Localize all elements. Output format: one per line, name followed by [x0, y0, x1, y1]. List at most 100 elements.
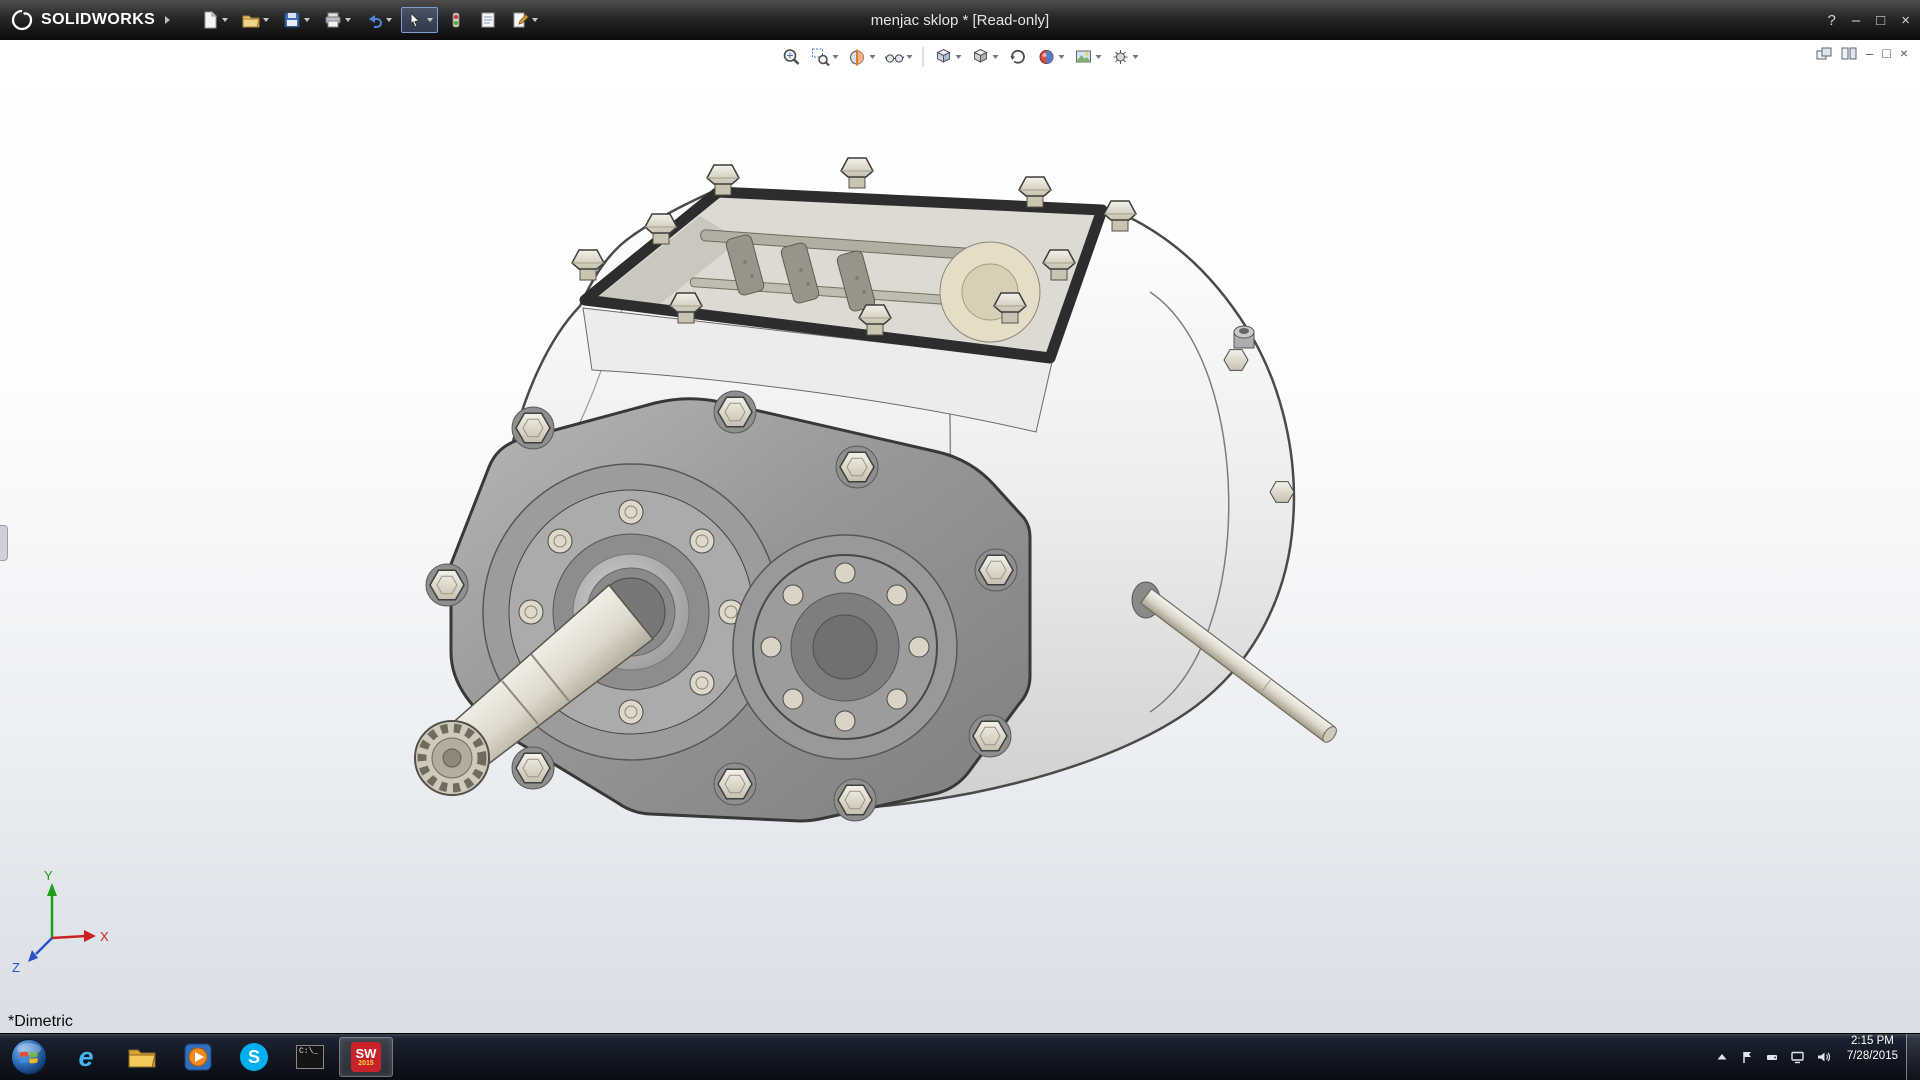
taskbar-item-windows-explorer[interactable]	[115, 1037, 169, 1077]
internet-explorer-icon: e	[78, 1042, 93, 1073]
triad-x-label: X	[100, 929, 109, 944]
solidworks-logo: SOLIDWORKS	[10, 8, 155, 32]
maximize-button[interactable]: □	[1876, 12, 1885, 29]
output-cover[interactable]	[733, 535, 957, 759]
taskbar-item-internet-explorer[interactable]: e	[59, 1037, 113, 1077]
display-style-button[interactable]	[968, 45, 1002, 69]
scene-dropdown-caret[interactable]	[1096, 55, 1102, 59]
orientation-dropdown-caret[interactable]	[956, 55, 962, 59]
zoom-to-fit-button[interactable]	[779, 45, 805, 69]
new-button[interactable]	[196, 7, 233, 33]
solidworks-version-badge: 2015	[358, 1060, 374, 1067]
scene-icon	[1074, 47, 1094, 67]
network-display-icon[interactable]	[1790, 1050, 1805, 1064]
select-cursor-icon	[406, 11, 424, 29]
solidworks-logo-icon	[10, 8, 34, 32]
breather-plug[interactable]	[1234, 326, 1254, 348]
save-floppy-icon	[283, 11, 301, 29]
tile-windows-icon[interactable]	[1841, 47, 1857, 60]
zoom-dropdown-caret[interactable]	[833, 55, 839, 59]
undo-arrow-icon	[365, 11, 383, 29]
system-tray	[1707, 1034, 1839, 1080]
doc-minimize-button[interactable]: –	[1866, 45, 1874, 61]
zoom-to-area-icon	[811, 47, 831, 67]
help-button[interactable]: ?	[1827, 12, 1835, 29]
graphics-area[interactable]: Y X Z	[0, 40, 1920, 1033]
new-window-icon[interactable]	[1816, 47, 1832, 60]
rebuild-button[interactable]	[442, 7, 470, 33]
view-settings-button[interactable]	[1108, 45, 1142, 69]
new-dropdown-caret[interactable]	[222, 18, 228, 22]
titlebar[interactable]: SOLIDWORKS	[0, 0, 1920, 40]
clock-date: 7/28/2015	[1847, 1049, 1898, 1064]
select-dropdown-caret[interactable]	[427, 18, 433, 22]
open-folder-icon	[242, 11, 260, 29]
open-button[interactable]	[237, 7, 274, 33]
doc-restore-button[interactable]: □	[1882, 45, 1890, 61]
print-icon	[324, 11, 342, 29]
zoom-to-area-button[interactable]	[808, 45, 842, 69]
select-button[interactable]	[401, 7, 438, 33]
open-dropdown-caret[interactable]	[263, 18, 269, 22]
hide-show-items-button[interactable]	[882, 45, 916, 69]
taskbar-item-solidworks[interactable]: SW 2015	[339, 1037, 393, 1077]
undo-dropdown-caret[interactable]	[386, 18, 392, 22]
section-dropdown-caret[interactable]	[870, 55, 876, 59]
show-hidden-icons-button[interactable]	[1715, 1050, 1729, 1064]
appearance-dropdown-caret[interactable]	[1059, 55, 1065, 59]
brand-text: SOLIDWORKS	[41, 11, 155, 29]
options-dropdown-caret[interactable]	[532, 18, 538, 22]
action-center-flag-icon[interactable]	[1740, 1050, 1754, 1064]
print-button[interactable]	[319, 7, 356, 33]
taskbar: e S C:\_ SW 2015	[0, 1033, 1920, 1080]
minimize-button[interactable]: –	[1852, 12, 1860, 29]
document-window-controls: – □ ×	[1816, 45, 1908, 61]
rotate-view-button[interactable]	[1005, 45, 1031, 69]
toolbar-separator	[923, 47, 924, 67]
options-pencil-icon	[511, 11, 529, 29]
save-button[interactable]	[278, 7, 315, 33]
file-properties-button[interactable]	[474, 7, 502, 33]
glasses-icon	[885, 47, 905, 67]
main-toolbar	[196, 7, 543, 33]
taskbar-item-media-player[interactable]	[171, 1037, 225, 1077]
view-settings-dropdown-caret[interactable]	[1133, 55, 1139, 59]
apply-scene-button[interactable]	[1071, 45, 1105, 69]
show-desktop-button[interactable]	[1906, 1034, 1920, 1080]
options-button[interactable]	[506, 7, 543, 33]
folder-icon	[127, 1044, 157, 1070]
device-icon[interactable]	[1765, 1050, 1779, 1064]
taskbar-item-command-prompt[interactable]: C:\_	[283, 1037, 337, 1077]
orientation-triad[interactable]: Y X Z	[12, 868, 109, 975]
view-orientation-button[interactable]	[931, 45, 965, 69]
gearbox-model[interactable]: Y X Z	[0, 40, 1920, 1033]
taskbar-clock[interactable]: 2:15 PM 7/28/2015	[1839, 1034, 1906, 1080]
start-button[interactable]	[0, 1034, 58, 1080]
appearance-sphere-icon	[1037, 47, 1057, 67]
heads-up-toolbar	[779, 45, 1142, 69]
volume-icon[interactable]	[1816, 1050, 1831, 1064]
skype-icon: S	[240, 1043, 268, 1071]
display-style-icon	[971, 47, 991, 67]
view-cube-icon	[934, 47, 954, 67]
view-settings-icon	[1111, 47, 1131, 67]
view-orientation-label: *Dimetric	[8, 1013, 73, 1031]
rotate-view-icon	[1008, 47, 1028, 67]
display-style-dropdown-caret[interactable]	[993, 55, 999, 59]
taskbar-item-skype[interactable]: S	[227, 1037, 281, 1077]
menu-flyout-arrow[interactable]	[165, 16, 170, 24]
edit-appearance-button[interactable]	[1034, 45, 1068, 69]
panel-collapse-tab[interactable]	[0, 525, 8, 561]
print-dropdown-caret[interactable]	[345, 18, 351, 22]
undo-button[interactable]	[360, 7, 397, 33]
doc-close-button[interactable]: ×	[1900, 45, 1908, 61]
triad-z-label: Z	[12, 960, 20, 975]
document-title: menjac sklop * [Read-only]	[871, 0, 1049, 40]
close-button[interactable]: ×	[1901, 12, 1910, 29]
section-view-button[interactable]	[845, 45, 879, 69]
hide-show-dropdown-caret[interactable]	[907, 55, 913, 59]
new-document-icon	[201, 11, 219, 29]
zoom-to-fit-icon	[782, 47, 802, 67]
save-dropdown-caret[interactable]	[304, 18, 310, 22]
rebuild-stoplight-icon	[447, 11, 465, 29]
